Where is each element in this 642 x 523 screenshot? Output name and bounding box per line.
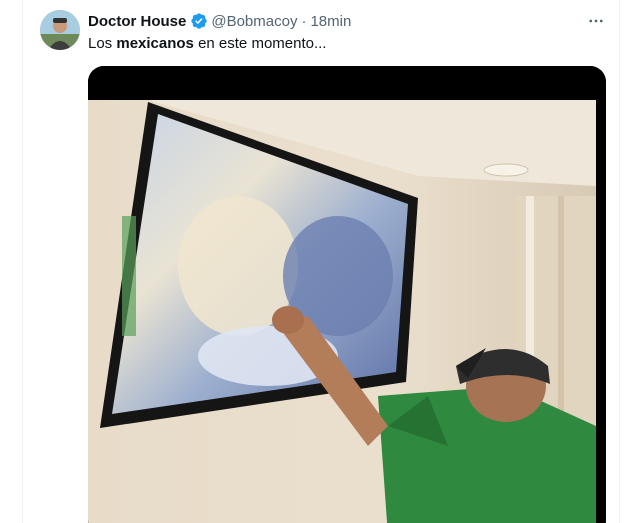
separator-dot: · (301, 12, 307, 30)
timeline-divider-left (22, 0, 23, 523)
avatar[interactable] (40, 10, 80, 50)
tweet-header: Doctor House @Bobmacoy · 18min (88, 11, 351, 31)
tweet-text-end: en este momento... (193, 35, 327, 52)
tweet-text-start: Los (88, 35, 117, 52)
avatar-image (40, 10, 80, 50)
tweet-text: Los mexicanos en este momento... (88, 34, 326, 54)
tweet-text-bold: mexicanos (116, 35, 194, 52)
author-name[interactable]: Doctor House (88, 13, 186, 30)
author-handle[interactable]: @Bobmacoy (211, 13, 297, 30)
timestamp[interactable]: 18min (310, 13, 351, 30)
verified-badge-icon[interactable] (190, 12, 208, 30)
timeline-divider-right (619, 0, 620, 523)
tweet-card[interactable]: Doctor House @Bobmacoy · 18min Los mexic… (0, 0, 642, 523)
more-options-icon[interactable] (584, 9, 608, 33)
video-media[interactable] (88, 66, 606, 523)
video-thumbnail (88, 66, 606, 523)
